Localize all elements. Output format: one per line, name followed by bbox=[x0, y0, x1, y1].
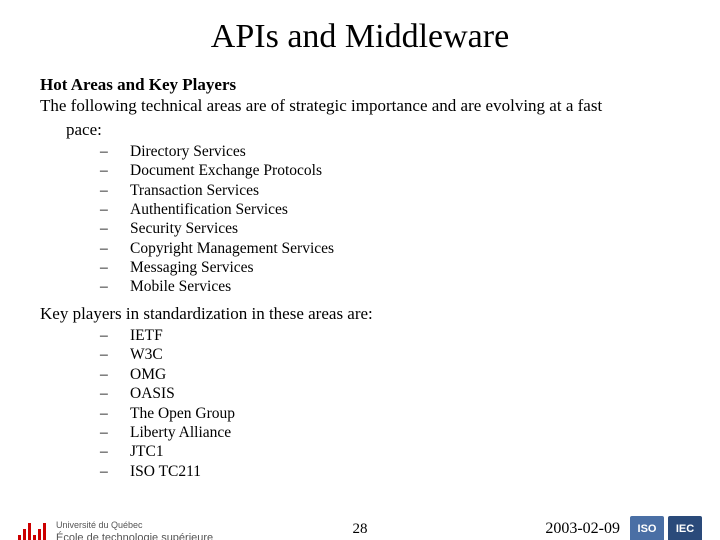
ets-line2: École de technologie supérieure bbox=[56, 532, 213, 540]
slide: APIs and Middleware Hot Areas and Key Pl… bbox=[0, 18, 720, 540]
list-item: OMG bbox=[100, 365, 680, 384]
list-item: ISO TC211 bbox=[100, 462, 680, 481]
slide-content: Hot Areas and Key Players The following … bbox=[0, 74, 720, 481]
ets-logo-icon bbox=[18, 523, 48, 540]
ets-logo: Université du Québec École de technologi… bbox=[18, 521, 213, 540]
list-item: Document Exchange Protocols bbox=[100, 161, 680, 180]
subheading: Hot Areas and Key Players bbox=[40, 74, 680, 95]
list-item: Authentification Services bbox=[100, 200, 680, 219]
list-item: JTC1 bbox=[100, 442, 680, 461]
players-list: IETF W3C OMG OASIS The Open Group Libert… bbox=[40, 326, 680, 481]
ets-line1: Université du Québec bbox=[56, 521, 213, 531]
list-item: Copyright Management Services bbox=[100, 239, 680, 258]
footer-date: 2003-02-09 bbox=[545, 520, 620, 538]
list-item: Liberty Alliance bbox=[100, 423, 680, 442]
standards-logos: ISO IEC bbox=[630, 516, 702, 540]
areas-list: Directory Services Document Exchange Pro… bbox=[40, 142, 680, 297]
list-item: Transaction Services bbox=[100, 181, 680, 200]
list-item: OASIS bbox=[100, 384, 680, 403]
list-item: Messaging Services bbox=[100, 258, 680, 277]
list-item: IETF bbox=[100, 326, 680, 345]
list-item: Directory Services bbox=[100, 142, 680, 161]
list-item: W3C bbox=[100, 345, 680, 364]
footer: Université du Québec École de technologi… bbox=[0, 504, 720, 540]
players-intro: Key players in standardization in these … bbox=[40, 303, 680, 324]
ets-logo-text: Université du Québec École de technologi… bbox=[56, 521, 213, 540]
list-item: Security Services bbox=[100, 219, 680, 238]
slide-title: APIs and Middleware bbox=[0, 18, 720, 56]
intro-line1: The following technical areas are of str… bbox=[40, 95, 680, 116]
list-item: The Open Group bbox=[100, 404, 680, 423]
intro-line2: pace: bbox=[40, 119, 680, 140]
iec-logo-icon: IEC bbox=[668, 516, 702, 540]
list-item: Mobile Services bbox=[100, 277, 680, 296]
iso-logo-icon: ISO bbox=[630, 516, 664, 540]
